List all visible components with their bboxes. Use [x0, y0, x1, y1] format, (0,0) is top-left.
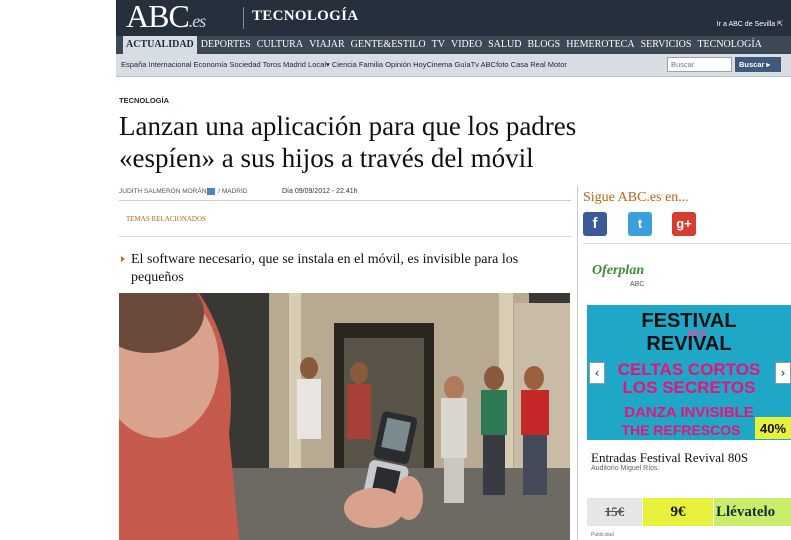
article-headline: Lanzan una aplicación para que los padre… [119, 111, 577, 173]
external-link-icon: ⇱ [777, 21, 783, 28]
article-photo [119, 293, 570, 540]
page-margin [0, 0, 116, 540]
banner-line-refrescos: THE REFRESCOS [621, 422, 740, 438]
oferplan-logo[interactable]: Oferplan [592, 263, 644, 279]
top-header: ABC.es TECNOLOGÍA Ir a ABC de Sevilla ⇱ [116, 0, 791, 36]
festival-banner[interactable]: FESTIVAL 80S REVIVAL CELTAS CORTOS LOS S… [587, 305, 791, 440]
nav-item-tv[interactable]: TV [430, 36, 447, 54]
googleplus-icon[interactable]: g+ [672, 212, 696, 236]
article-kicker[interactable]: TECNOLOGÍA [119, 96, 169, 105]
section-title[interactable]: TECNOLOGÍA [252, 8, 358, 25]
nav-item-deportes[interactable]: DEPORTES [199, 36, 253, 54]
banner-line-revival: REVIVAL [646, 333, 731, 355]
logo-divider [243, 7, 244, 29]
twitter-icon[interactable]: t [628, 212, 652, 236]
nav-item-actualidad[interactable]: ACTUALIDAD [123, 36, 197, 54]
divider [119, 236, 571, 237]
ad-label: Publicidad [591, 532, 615, 538]
banner-line-danza: DANZA INVISIBLE [624, 404, 753, 421]
nav-item-gente-estilo[interactable]: GENTE&ESTILO [349, 36, 428, 54]
regional-link[interactable]: Ir a ABC de Sevilla ⇱ [717, 20, 783, 28]
abc-logo[interactable]: ABC.es [126, 0, 206, 35]
follow-heading: Sigue ABC.es en... [583, 190, 689, 205]
product-venue: Auditorio Miguel Ríos. [591, 465, 660, 472]
oferplan-widget: Oferplan ABC FESTIVAL 80S REVIVAL CELTAS… [587, 260, 791, 540]
main-nav: ACTUALIDAD DEPORTES CULTURA VIAJAR GENTE&EST… [116, 36, 791, 68]
twitter-small-icon[interactable] [207, 188, 216, 195]
bullet-arrow-icon [121, 256, 125, 262]
search-button[interactable]: Buscar ▸ [735, 57, 781, 72]
oferplan-sub: ABC [630, 281, 645, 288]
divider [583, 243, 791, 244]
carousel-prev-icon[interactable]: ‹ [589, 362, 605, 384]
nav-item-servicios[interactable]: SERVICIOS [639, 36, 694, 54]
publish-date: Día 09/09/2012 - 22.41h [282, 188, 358, 195]
banner-line-secretos: LOS SECRETOS [623, 378, 756, 397]
sidebar-divider [577, 186, 578, 540]
nav-item-blogs[interactable]: BLOGS [525, 36, 562, 54]
nav-item-viajar[interactable]: VIAJAR [307, 36, 347, 54]
subnav-links[interactable]: España Internacional Economía Sociedad T… [121, 60, 567, 69]
banner-line-celtas: CELTAS CORTOS [618, 360, 761, 379]
discount-badge: 40% [760, 421, 786, 436]
search-input[interactable] [667, 57, 732, 72]
new-price: 9€ [643, 498, 713, 526]
sub-nav: España Internacional Economía Sociedad T… [116, 54, 791, 77]
nav-item-cultura[interactable]: CULTURA [255, 36, 305, 54]
old-price: 15€ [587, 498, 642, 526]
location: / MADRID [218, 188, 248, 196]
related-topics-link[interactable]: TEMAS RELACIONADOS [126, 215, 206, 223]
buy-button[interactable]: Llévatelo [714, 498, 791, 526]
nav-item-video[interactable]: VIDEO [449, 36, 484, 54]
facebook-icon[interactable]: f [583, 212, 607, 236]
author-name[interactable]: JUDITH SALMERÓN MORÁN [119, 188, 206, 195]
nav-item-hemeroteca[interactable]: HEMEROTECA [564, 36, 636, 54]
divider [119, 200, 571, 201]
nav-item-salud[interactable]: SALUD [486, 36, 523, 54]
nav-item-tecnología[interactable]: TECNOLOGÍA [695, 36, 763, 54]
byline: JUDITH SALMERÓN MORÁN / MADRID [119, 188, 247, 195]
product-title[interactable]: Entradas Festival Revival 80S [591, 450, 748, 466]
article-summary: El software necesario, que se instala en… [131, 252, 519, 285]
carousel-next-icon[interactable]: › [775, 362, 791, 384]
